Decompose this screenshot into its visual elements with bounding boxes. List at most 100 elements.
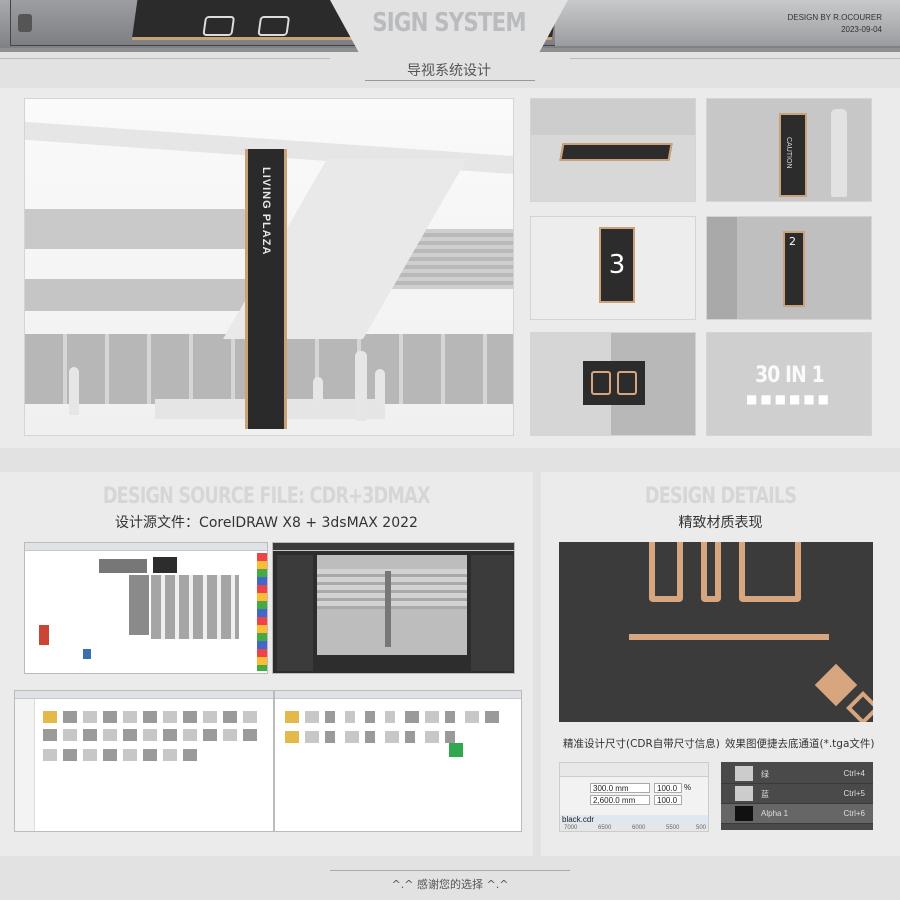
channel-row[interactable]: 蓝 Ctrl+5: [721, 784, 873, 804]
explorer-titlebar: [15, 691, 273, 699]
artboard-element: [129, 575, 149, 635]
sign-thumbnail: [365, 711, 375, 723]
render-thumbnail: [63, 749, 77, 761]
render-thumbnail: [143, 711, 157, 723]
source-title: 设计源文件：CorelDRAW X8 + 3dsMAX 2022: [115, 515, 418, 531]
channel-thumbnail: [735, 786, 753, 801]
gold-diamond-accent: [814, 663, 858, 707]
folder-icon: [285, 731, 299, 743]
viewport: [317, 555, 467, 655]
coreldraw-toolbar: [25, 543, 267, 551]
3dsmax-toolbar: [273, 543, 514, 551]
wheelchair-icon: [202, 16, 236, 36]
page-title: SIGN SYSTEM: [372, 8, 526, 38]
command-panel: [471, 555, 513, 671]
thumb-hanging-sign: [530, 98, 696, 202]
ruler-tick-label: 5500: [666, 825, 680, 831]
render-thumbnail: [63, 729, 77, 741]
footer-text: ^.^ 感谢您的选择 ^.^: [391, 878, 509, 891]
width-field[interactable]: 300.0 mm: [590, 783, 650, 793]
ruler-tick-label: 6000: [632, 825, 646, 831]
sign-thumbnail: [445, 711, 455, 723]
hanging-sign: [559, 143, 673, 161]
render-thumbnail: [83, 729, 97, 741]
sign-thumbnail: [305, 731, 319, 743]
channel-shortcut: Ctrl+5: [843, 789, 865, 798]
pillar: [707, 217, 737, 319]
caution-text: CAUTION: [785, 137, 792, 169]
channel-name: Alpha 1: [761, 809, 789, 818]
gold-letter-stroke: [701, 542, 721, 602]
render-thumbnail: [123, 729, 137, 741]
3dsmax-screenshot: [272, 542, 515, 674]
dims-caption: 精准设计尺寸(CDR自带尺寸信息): [563, 738, 720, 750]
folder-icon: [285, 711, 299, 723]
thumb-floor-sign: 2: [706, 216, 872, 320]
gold-letter-stroke: [739, 542, 801, 602]
folder-icon: [43, 711, 57, 723]
file-explorer-renders: [14, 690, 274, 832]
room-number-sign: 3: [599, 227, 635, 303]
render-thumbnail: [203, 729, 217, 741]
render-thumbnail: [43, 729, 57, 741]
scale-height-field[interactable]: 100.0: [654, 795, 682, 805]
render-thumbnail: [103, 711, 117, 723]
render-thumbnail: [143, 729, 157, 741]
channel-shortcut: Ctrl+4: [843, 769, 865, 778]
channel-row[interactable]: 绿 Ctrl+4: [721, 764, 873, 784]
scale-width-field[interactable]: 100.0: [654, 783, 682, 793]
thumb-room-number-sign: 3: [530, 216, 696, 320]
floor-sign: 2: [783, 231, 805, 307]
document-tab[interactable]: black.cdr: [560, 815, 708, 825]
gold-letter-stroke: [649, 542, 683, 602]
divider-right: [570, 58, 900, 59]
channels-panel: 绿 Ctrl+4 蓝 Ctrl+5 Alpha 1 Ctrl+6: [721, 762, 873, 830]
channel-name: 绿: [761, 770, 769, 779]
render-thumbnail: [123, 749, 137, 761]
design-date: 2023-09-04: [841, 25, 882, 34]
sign-thumbnail: [325, 711, 335, 723]
sign-thumbnail: [405, 731, 415, 743]
explorer-titlebar: [275, 691, 521, 699]
sign-thumbnail: [345, 731, 359, 743]
divider-left: [0, 58, 330, 59]
artboard-elements: [151, 575, 239, 639]
coreldraw-dimensions-panel: 300.0 mm 2,600.0 mm 100.0 100.0 % black.…: [559, 762, 709, 832]
render-thumbnail: [183, 729, 197, 741]
height-field[interactable]: 2,600.0 mm: [590, 795, 650, 805]
totem-sign-text: LIVING PLAZA: [260, 167, 272, 256]
render-thumbnail: [43, 749, 57, 761]
hero-render: LIVING PLAZA: [24, 98, 514, 436]
material-closeup: [559, 542, 873, 722]
render-thumbnail: [163, 711, 177, 723]
render-thumbnail: [103, 749, 117, 761]
viewport-building: [317, 569, 467, 609]
render-gallery: LIVING PLAZA CAUTION 3 2 30 IN 1 ■■■■■■: [0, 88, 900, 448]
sign-thumbnail: [425, 731, 439, 743]
explorer-sidebar: [15, 699, 35, 831]
color-palette: [257, 553, 267, 671]
scene-explorer: [277, 555, 313, 671]
sign-thumbnail: [425, 711, 439, 723]
caution-sign: CAUTION: [779, 113, 807, 197]
render-thumbnail: [183, 749, 197, 761]
source-files-panel: DESIGN SOURCE FILE: CDR+3DMAX 设计源文件：Core…: [0, 472, 533, 856]
channel-thumbnail: [735, 766, 753, 781]
render-thumbnail: [163, 749, 177, 761]
channel-shortcut: Ctrl+6: [843, 809, 865, 818]
ruler-tick-label: 6500: [598, 825, 612, 831]
artboard-element: [153, 557, 177, 573]
design-credit: DESIGN BY R.OCOURER 2023-09-04: [787, 12, 882, 36]
gold-diamond-outline: [846, 691, 873, 722]
render-thumbnail: [143, 749, 157, 761]
sign-thumbnail: [465, 711, 479, 723]
render-thumbnail: [223, 729, 237, 741]
brand-logo: [18, 14, 32, 32]
restroom-blade-sign: [583, 361, 645, 405]
render-thumbnail: [103, 729, 117, 741]
artboard-element: [39, 625, 49, 645]
render-thumbnail: [63, 711, 77, 723]
bundle-badge: 30 IN 1 ■■■■■■: [707, 333, 871, 435]
facade-window: [25, 209, 245, 249]
channel-row-selected[interactable]: Alpha 1 Ctrl+6: [721, 804, 873, 824]
